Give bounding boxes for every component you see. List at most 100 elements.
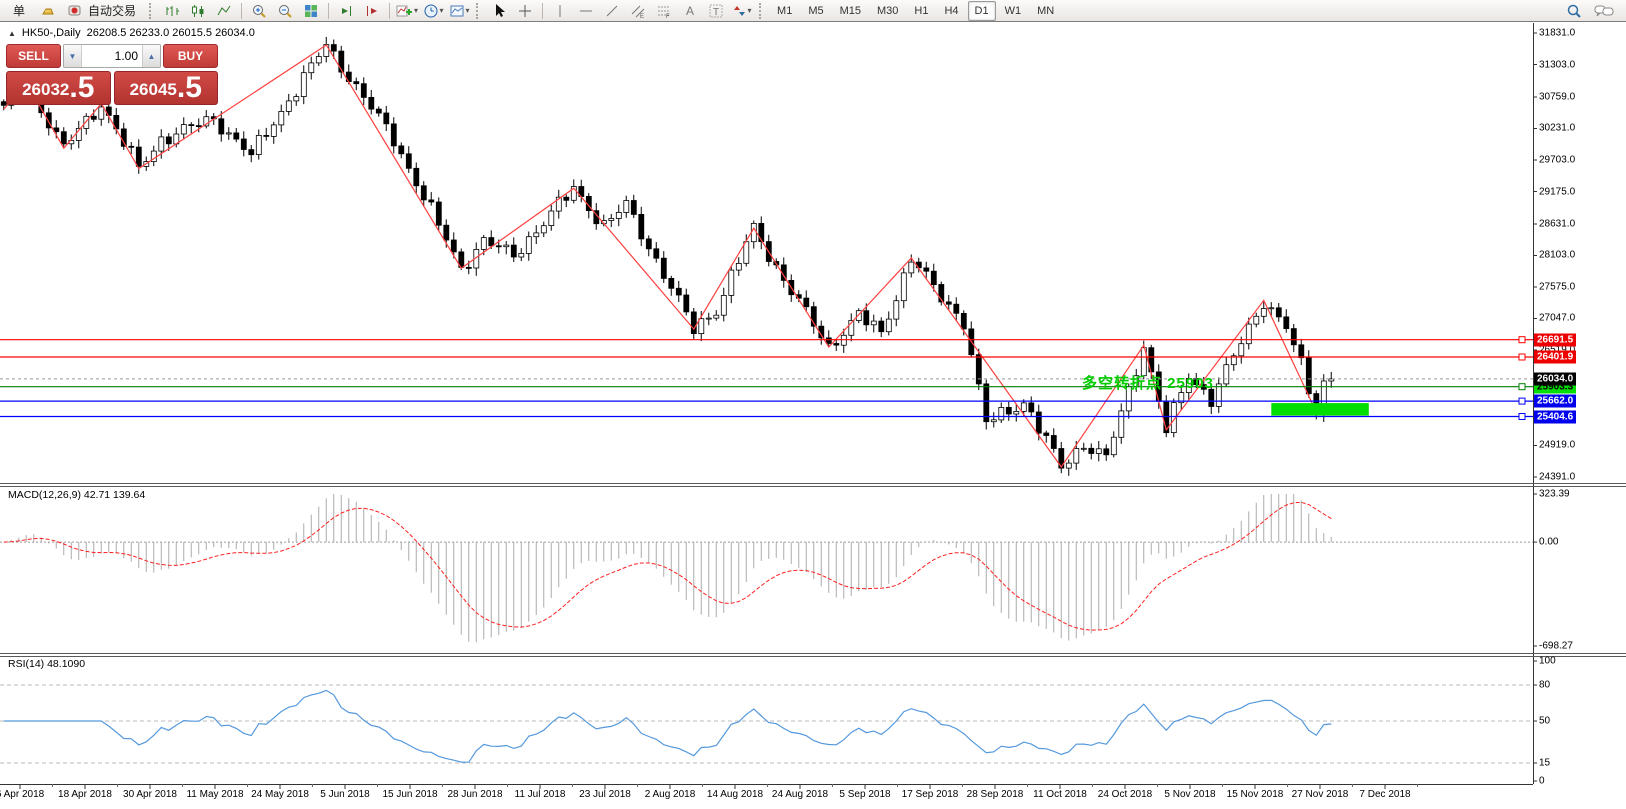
toolbar-separator	[389, 3, 390, 19]
macd-indicator-label: MACD(12,26,9) 42.71 139.64	[8, 489, 145, 501]
line-chart-button[interactable]	[212, 0, 236, 22]
timeframe-button-d1[interactable]: D1	[968, 1, 996, 21]
trendline-icon	[604, 3, 620, 19]
crosshair-button[interactable]	[513, 0, 537, 22]
zoom-in-button[interactable]	[247, 0, 271, 22]
auto-scroll-icon	[338, 3, 354, 19]
buy-button[interactable]: BUY	[163, 44, 218, 68]
autotrading-label: 自动交易	[85, 2, 139, 19]
timeframe-button-m5[interactable]: M5	[801, 1, 830, 21]
timeframe-button-m30[interactable]: M30	[870, 1, 905, 21]
timeframe-button-h4[interactable]: H4	[937, 1, 965, 21]
text-label-icon: T	[708, 3, 724, 19]
hline-handle[interactable]	[1519, 354, 1525, 360]
timeframe-button-m15[interactable]: M15	[833, 1, 868, 21]
search-icon	[1566, 3, 1582, 19]
buy-price-display[interactable]: 26045.5	[114, 71, 219, 105]
support-zone-rectangle[interactable]	[1271, 403, 1369, 416]
autotrading-icon	[67, 3, 82, 18]
bar-chart-button[interactable]	[160, 0, 184, 22]
hline-handle[interactable]	[1519, 337, 1525, 343]
template-icon	[449, 3, 465, 19]
svg-text:T: T	[713, 7, 719, 18]
svg-text:E: E	[640, 14, 644, 19]
buy-price-fraction: .5	[177, 73, 202, 103]
svg-text:A: A	[686, 4, 694, 18]
timeframe-button-h1[interactable]: H1	[907, 1, 935, 21]
text-button[interactable]: A	[678, 0, 702, 22]
chevron-down-icon: ▾	[748, 6, 752, 15]
chevron-down-icon: ▾	[440, 6, 444, 15]
auto-scroll-button[interactable]	[334, 0, 358, 22]
tile-windows-button[interactable]	[299, 0, 323, 22]
toolbar-separator	[328, 3, 329, 19]
timeframe-button-mn[interactable]: MN	[1030, 1, 1061, 21]
candlestick-chart-icon	[190, 3, 206, 19]
sell-button[interactable]: SELL	[6, 44, 61, 68]
toolbar: 单 自动交易	[0, 0, 1626, 22]
cursor-button[interactable]	[487, 0, 511, 22]
toolbar-drag-handle[interactable]	[759, 3, 765, 19]
indicators-button[interactable]: ▾	[395, 0, 419, 22]
toolbar-drag-handle[interactable]	[149, 3, 155, 19]
chat-icon	[1594, 3, 1614, 19]
equidistant-channel-button[interactable]: E	[626, 0, 650, 22]
timeframe-group: M1M5M15M30H1H4D1W1MN	[770, 1, 1061, 21]
horizontal-line-button[interactable]	[574, 0, 598, 22]
crosshair-icon	[517, 3, 533, 19]
horizontal-line-icon	[578, 3, 594, 19]
fibonacci-icon: F	[656, 3, 672, 19]
chart-shift-button[interactable]	[360, 0, 384, 22]
line-chart-icon	[216, 3, 232, 19]
volume-increase-button[interactable]: ▲	[142, 45, 160, 67]
gold-bar-icon	[40, 3, 56, 19]
new-order-button[interactable]: 单	[4, 0, 34, 22]
vertical-line-button[interactable]	[548, 0, 572, 22]
search-button[interactable]	[1562, 0, 1586, 22]
rsi-indicator-label: RSI(14) 48.1090	[8, 658, 85, 670]
one-click-trade-panel: SELL ▼ 1.00 ▲ BUY 26032.5 26045.5	[6, 44, 218, 105]
chart-area[interactable]: 31831.031303.030759.030231.029703.029175…	[0, 23, 1626, 809]
sell-price-int: 26032	[22, 77, 69, 103]
autotrading-button[interactable]: 自动交易	[62, 0, 144, 22]
equidistant-channel-icon: E	[630, 3, 646, 19]
chevron-down-icon: ▾	[466, 6, 470, 15]
chart-title: ▲ HK50-,Daily 26208.5 26233.0 26015.5 26…	[8, 27, 255, 39]
toolbar-separator	[241, 3, 242, 19]
timeframe-button-m1[interactable]: M1	[770, 1, 799, 21]
volume-value[interactable]: 1.00	[82, 45, 142, 67]
sell-price-fraction: .5	[69, 73, 94, 103]
candlestick-chart-button[interactable]	[186, 0, 210, 22]
hline-handle[interactable]	[1519, 414, 1525, 420]
collapse-panel-icon[interactable]: ▲	[8, 29, 16, 38]
chart-shift-icon	[364, 3, 380, 19]
chart-annotation-text[interactable]: 多空转折点 25903	[1082, 372, 1214, 393]
zoom-out-button[interactable]	[273, 0, 297, 22]
trendline-button[interactable]	[600, 0, 624, 22]
chat-button[interactable]	[1592, 0, 1616, 22]
bar-chart-icon	[164, 3, 180, 19]
hline-handle[interactable]	[1519, 384, 1525, 390]
text-label-button[interactable]: T	[704, 0, 728, 22]
timeframe-button-w1[interactable]: W1	[998, 1, 1029, 21]
gold-order-icon[interactable]	[36, 0, 60, 22]
templates-button[interactable]: ▾	[447, 0, 471, 22]
chart-ohlc-values: 26208.5 26233.0 26015.5 26034.0	[87, 27, 255, 39]
buy-price-int: 26045	[130, 77, 177, 103]
toolbar-drag-handle[interactable]	[476, 3, 482, 19]
volume-stepper: ▼ 1.00 ▲	[63, 44, 161, 68]
clock-icon	[423, 3, 439, 19]
toolbar-separator	[542, 3, 543, 19]
periods-button[interactable]: ▾	[421, 0, 445, 22]
fibonacci-button[interactable]: F	[652, 0, 676, 22]
cursor-icon	[491, 3, 507, 19]
text-a-icon: A	[682, 3, 698, 19]
svg-text:F: F	[666, 14, 670, 19]
sell-price-display[interactable]: 26032.5	[6, 71, 111, 105]
arrows-button[interactable]: ▾	[730, 0, 754, 22]
indicators-icon	[396, 3, 413, 19]
zoom-out-icon	[277, 3, 293, 19]
volume-decrease-button[interactable]: ▼	[64, 45, 82, 67]
tile-windows-icon	[303, 3, 319, 19]
hline-handle[interactable]	[1519, 398, 1525, 404]
